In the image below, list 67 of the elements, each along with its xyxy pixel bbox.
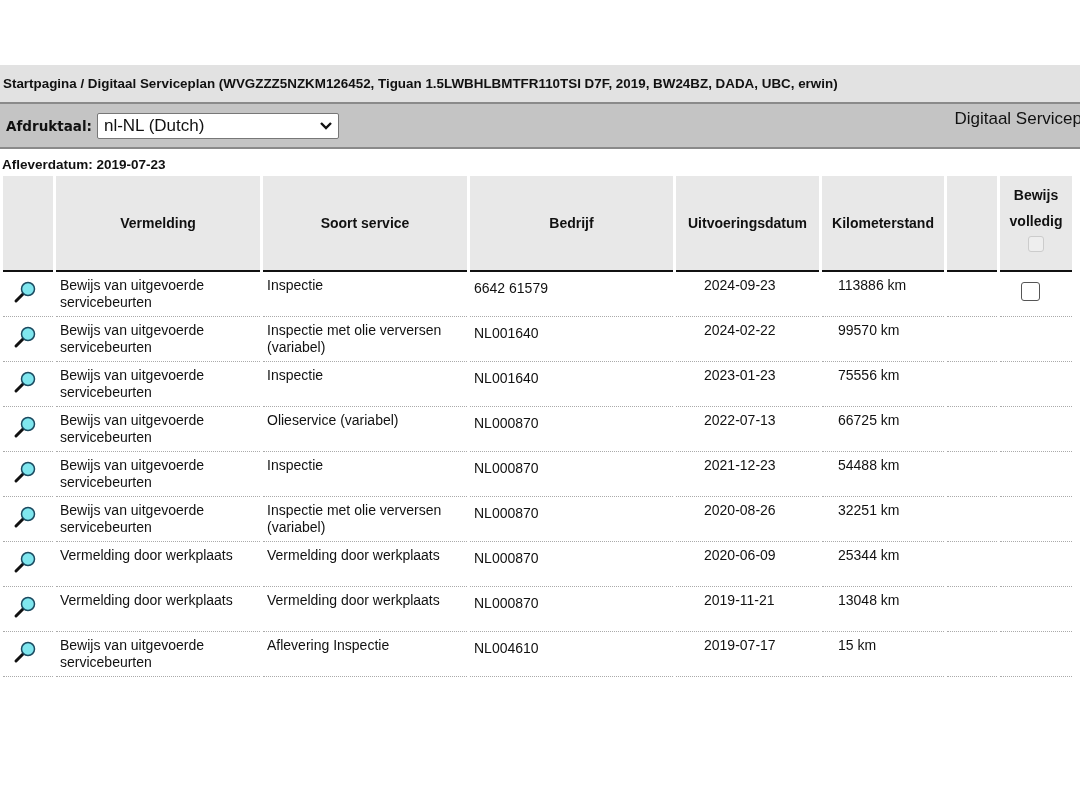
table-cell: 2022-07-13 xyxy=(676,407,819,452)
table-cell: 32251 km xyxy=(822,497,944,542)
magnifier-icon[interactable] xyxy=(13,550,37,574)
table-cell: Inspectie xyxy=(263,452,467,497)
column-header[interactable]: Bedrijf xyxy=(470,176,673,272)
table-cell: 2024-09-23 xyxy=(676,272,819,317)
table-cell: Bewijs van uitgevoerde servicebeurten xyxy=(56,317,260,362)
table-cell: 13048 km xyxy=(822,587,944,632)
column-header[interactable]: Uitvoeringsdatum xyxy=(676,176,819,272)
table-cell: Vermelding door werkplaats xyxy=(56,587,260,632)
table-cell: Inspectie met olie verversen (variabel) xyxy=(263,497,467,542)
table-cell: 113886 km xyxy=(822,272,944,317)
language-dropdown[interactable]: nl-NL (Dutch) xyxy=(96,112,339,139)
table-cell: Bewijs van uitgevoerde servicebeurten xyxy=(56,407,260,452)
magnifier-icon[interactable] xyxy=(13,370,37,394)
table-cell: 25344 km xyxy=(822,542,944,587)
breadcrumb-text: Startpagina / Digitaal Serviceplan (WVGZZZ5NZKM126452, Tiguan 1.5LWBHLBMTFR110TSI D7F, 2019, BW24BZ, DADA, UBC, erwin) xyxy=(3,76,838,91)
magnifier-icon[interactable] xyxy=(13,460,37,484)
table-cell: 2019-07-17 xyxy=(676,632,819,677)
table-cell: 66725 km xyxy=(822,407,944,452)
table-cell: 2024-02-22 xyxy=(676,317,819,362)
magnifier-icon[interactable] xyxy=(13,415,37,439)
column-header[interactable]: Soort service xyxy=(263,176,467,272)
magnifier-icon[interactable] xyxy=(13,280,37,304)
table-cell: 2019-11-21 xyxy=(676,587,819,632)
chevron-down-icon xyxy=(318,120,333,131)
table-cell: Bewijs van uitgevoerde servicebeurten xyxy=(56,272,260,317)
table-cell: NL000870 xyxy=(470,452,673,497)
table-cell: NL001640 xyxy=(470,317,673,362)
column-header[interactable]: Vermelding xyxy=(56,176,260,272)
table-cell: NL000870 xyxy=(470,542,673,587)
table-cell: 15 km xyxy=(822,632,944,677)
magnifier-icon[interactable] xyxy=(13,640,37,664)
table-cell: 2020-08-26 xyxy=(676,497,819,542)
magnifier-icon[interactable] xyxy=(13,505,37,529)
checkbox[interactable] xyxy=(1021,282,1040,301)
table-cell: 2020-06-09 xyxy=(676,542,819,587)
table-cell: 2021-12-23 xyxy=(676,452,819,497)
magnifier-icon[interactable] xyxy=(13,325,37,349)
table-cell: Olieservice (variabel) xyxy=(263,407,467,452)
table-cell: NL001640 xyxy=(470,362,673,407)
column-header[interactable]: Kilometerstand xyxy=(822,176,944,272)
table-cell: Aflevering Inspectie xyxy=(263,632,467,677)
table-cell: 75556 km xyxy=(822,362,944,407)
table-cell: Vermelding door werkplaats xyxy=(263,587,467,632)
table-cell: NL000870 xyxy=(470,587,673,632)
table-cell: 6642 61579 xyxy=(470,272,673,317)
table-cell: Bewijs van uitgevoerde servicebeurten xyxy=(56,497,260,542)
table-cell: Vermelding door werkplaats xyxy=(263,542,467,587)
magnifier-icon[interactable] xyxy=(13,595,37,619)
table-cell: NL004610 xyxy=(470,632,673,677)
table-cell: Vermelding door werkplaats xyxy=(56,542,260,587)
column-header-label: volledig xyxy=(1008,212,1064,231)
table-cell: 54488 km xyxy=(822,452,944,497)
table-cell: Inspectie xyxy=(263,362,467,407)
table-cell: Bewijs van uitgevoerde servicebeurten xyxy=(56,362,260,407)
table-cell: Bewijs van uitgevoerde servicebeurten xyxy=(56,632,260,677)
language-label: Afdruktaal: xyxy=(6,117,92,134)
table-cell: Bewijs van uitgevoerde servicebeurten xyxy=(56,452,260,497)
table-cell: NL000870 xyxy=(470,407,673,452)
table-cell: 2023-01-23 xyxy=(676,362,819,407)
table-cell: 99570 km xyxy=(822,317,944,362)
column-header-label: Bewijs xyxy=(1012,186,1060,205)
table-cell: NL000870 xyxy=(470,497,673,542)
table-cell: Inspectie met olie verversen (variabel) xyxy=(263,317,467,362)
delivery-date: Afleverdatum: 2019-07-23 xyxy=(1,156,167,174)
table-cell: Inspectie xyxy=(263,272,467,317)
